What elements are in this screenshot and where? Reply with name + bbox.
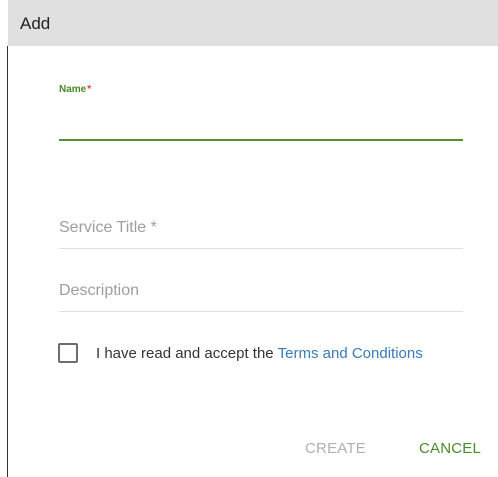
service-title-underline [59,248,463,249]
checkbox-unchecked-icon[interactable] [58,343,78,363]
name-input-underline [59,139,463,141]
add-dialog: Add Name* Service Title * Description I … [0,0,498,477]
description-placeholder: Description [59,282,140,299]
terms-text: I have read and accept the Terms and Cond… [96,344,423,362]
dialog-header: Add [8,0,498,46]
name-label: Name* [59,84,92,95]
dialog-left-border [7,46,8,477]
terms-link[interactable]: Terms and Conditions [278,345,423,362]
description-underline [59,311,463,312]
create-button[interactable]: CREATE [305,440,366,457]
name-field: Name* [59,80,463,142]
name-input[interactable] [59,114,463,136]
service-title-placeholder: Service Title * [59,219,157,236]
dialog-title: Add [20,14,51,33]
description-field[interactable]: Description [59,279,463,313]
service-title-field[interactable]: Service Title * [59,216,463,250]
terms-row: I have read and accept the Terms and Cond… [58,340,423,366]
cancel-button[interactable]: CANCEL [419,440,481,457]
required-star: * [87,84,92,95]
